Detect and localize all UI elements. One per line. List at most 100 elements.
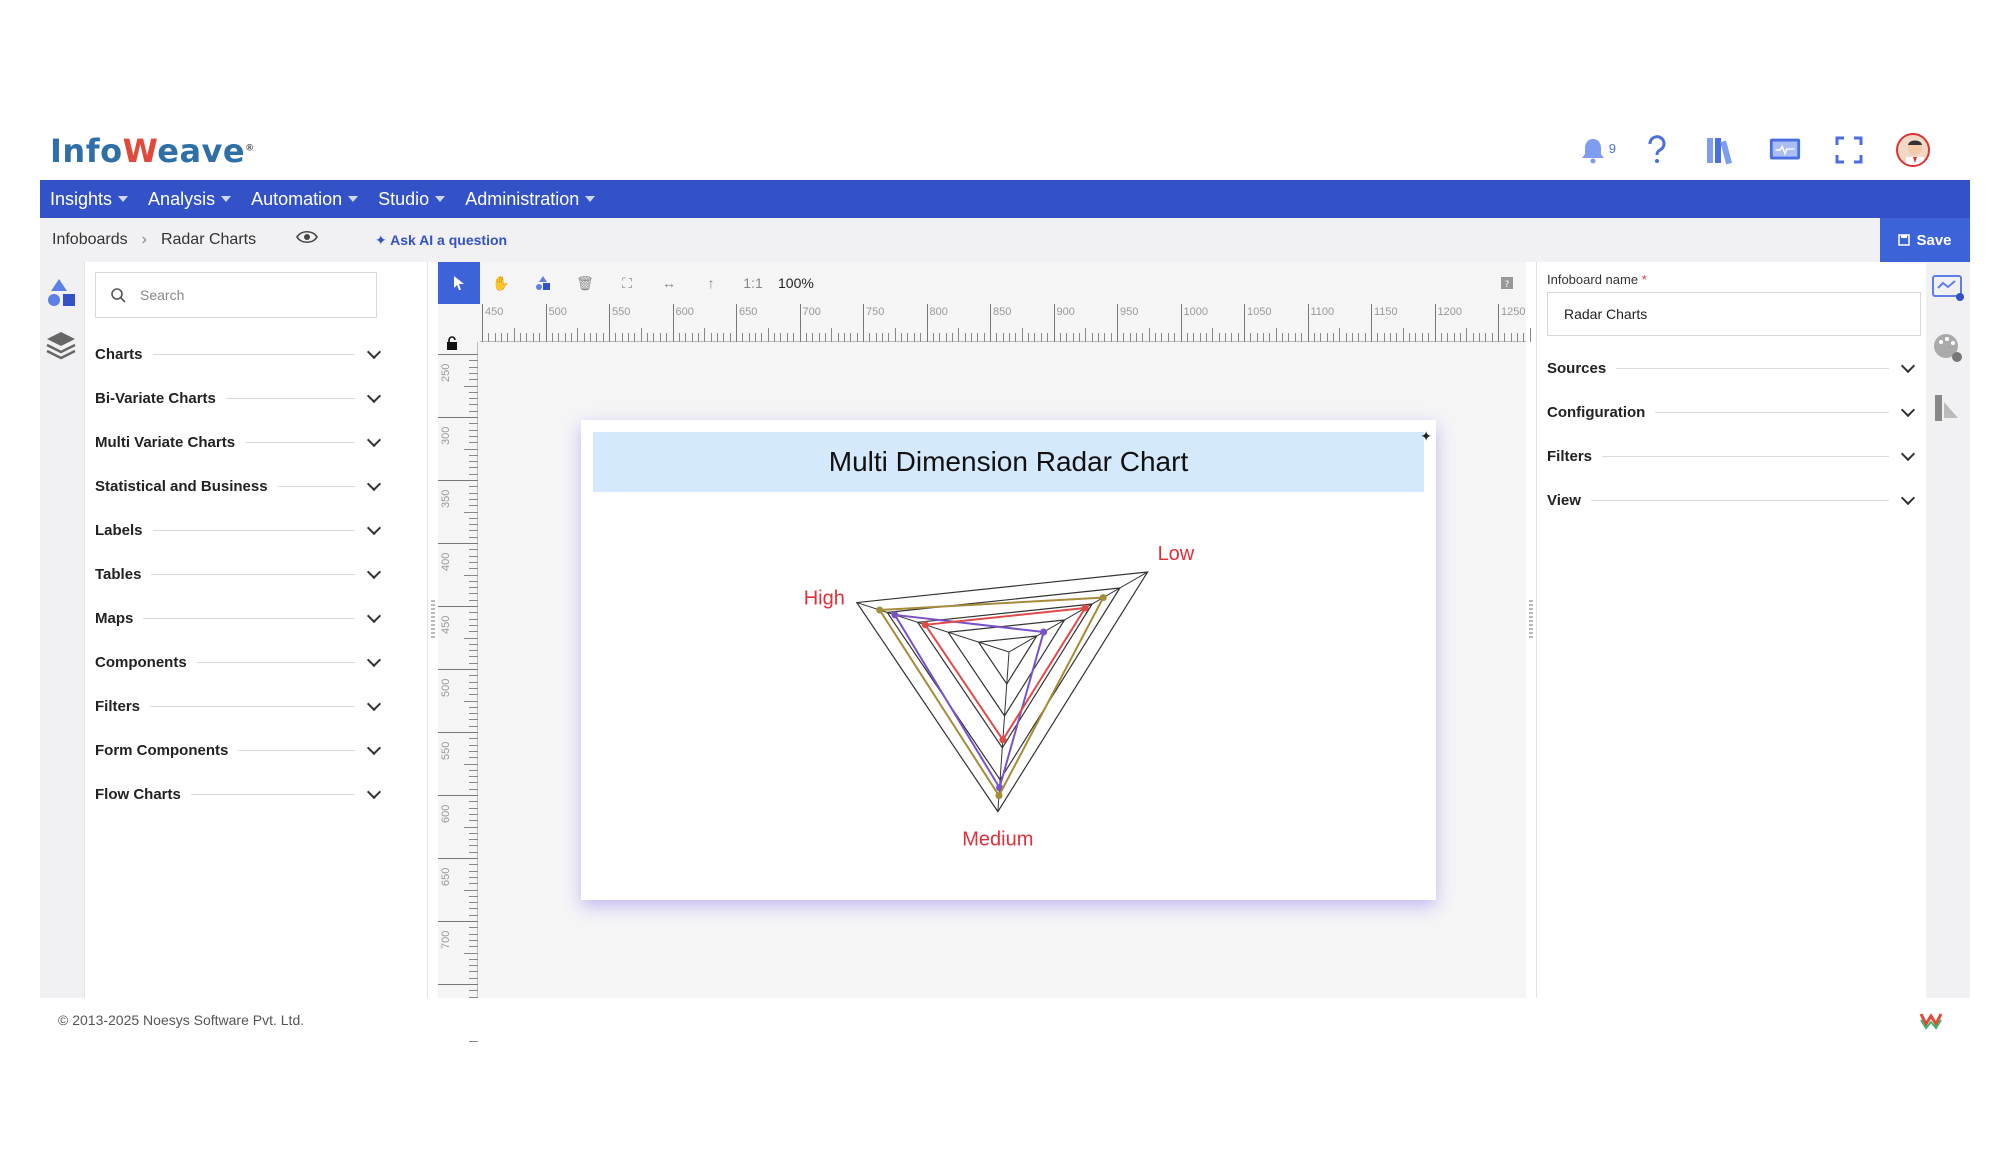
ruler-minor-tick bbox=[691, 333, 693, 342]
align-top-button[interactable]: ↑ bbox=[690, 262, 732, 304]
radar-chart-widget[interactable]: Multi Dimension Radar Chart ✦ Low Medium H… bbox=[581, 420, 1436, 900]
ruler-minor-tick bbox=[1491, 333, 1493, 342]
library-icon[interactable] bbox=[1704, 133, 1738, 167]
ruler-minor-tick bbox=[1174, 333, 1176, 342]
nav-studio[interactable]: Studio bbox=[378, 189, 446, 210]
nav-analysis[interactable]: Analysis bbox=[148, 189, 232, 210]
ruler-minor-tick bbox=[1224, 333, 1226, 342]
ruler-label: 550 bbox=[440, 741, 452, 760]
category-maps[interactable]: Maps bbox=[95, 596, 387, 640]
ruler-minor-tick bbox=[469, 524, 478, 526]
help-small-icon[interactable]: ? bbox=[1500, 276, 1514, 295]
fullscreen-icon[interactable] bbox=[1832, 133, 1866, 167]
ruler-label: 950 bbox=[1120, 306, 1139, 318]
ruler-minor-tick bbox=[469, 807, 478, 809]
ruler-minor-tick bbox=[469, 977, 478, 979]
delete-button[interactable]: 🗑 bbox=[564, 262, 606, 304]
category-bi-variate-charts[interactable]: Bi-Variate Charts bbox=[95, 376, 387, 420]
preview-eye-icon[interactable] bbox=[296, 230, 319, 249]
save-button[interactable]: Save bbox=[1880, 218, 1970, 262]
ruler-minor-tick bbox=[850, 333, 852, 342]
ruler-label: 650 bbox=[739, 306, 758, 318]
ruler-minor-tick bbox=[901, 333, 903, 342]
chevron-down-icon bbox=[366, 696, 382, 712]
monitor-icon[interactable] bbox=[1768, 133, 1802, 167]
ruler-major-tick bbox=[482, 304, 483, 342]
section-view[interactable]: View bbox=[1547, 478, 1921, 522]
ruler-minor-tick bbox=[469, 738, 478, 740]
select-tool-button[interactable] bbox=[438, 262, 480, 304]
category-multi-variate-charts[interactable]: Multi Variate Charts bbox=[95, 420, 387, 464]
help-icon[interactable] bbox=[1640, 133, 1674, 167]
chevron-down-icon bbox=[366, 740, 382, 756]
ruler-minor-tick bbox=[1402, 328, 1404, 342]
right-splitter-handle[interactable] bbox=[1529, 600, 1533, 640]
chevron-down-icon bbox=[366, 608, 382, 624]
chevron-down-icon bbox=[1900, 490, 1916, 506]
pointer-icon bbox=[454, 276, 464, 290]
ruler-minor-tick bbox=[1428, 333, 1430, 342]
pan-tool-button[interactable]: ✋ bbox=[480, 262, 522, 304]
section-filters[interactable]: Filters bbox=[1547, 434, 1921, 478]
ruler-label: 450 bbox=[485, 306, 504, 318]
palette-icon[interactable] bbox=[1930, 330, 1966, 366]
flip-horizontal-button[interactable]: ↔ bbox=[648, 262, 690, 304]
category-flow-charts[interactable]: Flow Charts bbox=[95, 772, 387, 816]
category-labels[interactable]: Labels bbox=[95, 508, 387, 552]
section-sources[interactable]: Sources bbox=[1547, 346, 1921, 390]
layers-icon[interactable] bbox=[42, 326, 80, 364]
ruler-minor-tick bbox=[469, 782, 478, 784]
shapes-icon[interactable] bbox=[42, 274, 80, 312]
ruler-minor-tick bbox=[1110, 333, 1112, 342]
nav-insights[interactable]: Insights bbox=[50, 189, 129, 210]
ruler-major-tick bbox=[926, 304, 928, 342]
ruler-minor-tick bbox=[469, 580, 478, 582]
ruler-minor-tick bbox=[551, 333, 553, 342]
ruler-minor-tick bbox=[469, 429, 478, 431]
ask-ai-link[interactable]: ✦ Ask AI a question bbox=[375, 232, 507, 249]
ruler-minor-tick bbox=[577, 328, 579, 342]
theme-paint-icon[interactable] bbox=[1930, 390, 1966, 426]
nav-administration[interactable]: Administration bbox=[465, 189, 596, 210]
copyright-text: © 2013-2025 Noesys Software Pvt. Ltd. bbox=[58, 1012, 305, 1028]
ruler-label: 900 bbox=[1056, 306, 1075, 318]
ruler-minor-tick bbox=[520, 333, 522, 342]
section-label: Filters bbox=[1547, 447, 1593, 465]
zoom-level[interactable]: 100% bbox=[778, 275, 814, 291]
breadcrumb-root[interactable]: Infoboards bbox=[52, 231, 128, 249]
ruler-major-tick bbox=[609, 304, 610, 342]
lock-icon[interactable] bbox=[446, 336, 458, 355]
floppy-icon bbox=[1898, 234, 1911, 246]
left-splitter-handle[interactable] bbox=[431, 600, 435, 640]
ruler-major-tick bbox=[438, 795, 478, 796]
actual-size-button[interactable]: 1:1 bbox=[732, 262, 774, 304]
search-input[interactable]: Search bbox=[95, 272, 377, 318]
ruler-minor-tick bbox=[805, 333, 807, 342]
category-statistical-and-business[interactable]: Statistical and Business bbox=[95, 464, 387, 508]
notification-bell-icon[interactable]: 9 bbox=[1576, 133, 1616, 167]
category-form-components[interactable]: Form Components bbox=[95, 728, 387, 772]
category-components[interactable]: Components bbox=[95, 640, 387, 684]
ruler-label: 300 bbox=[440, 426, 452, 445]
infoboard-name-input[interactable]: Radar Charts bbox=[1547, 292, 1921, 336]
ruler-minor-tick bbox=[1085, 328, 1087, 342]
search-icon bbox=[111, 288, 126, 303]
category-filters[interactable]: Filters bbox=[95, 684, 387, 728]
widget-settings-icon[interactable] bbox=[1930, 270, 1966, 306]
ruler-minor-tick bbox=[469, 719, 478, 721]
infoweave-logo[interactable]: InfoWeave® bbox=[50, 132, 255, 170]
category-label: Maps bbox=[95, 609, 134, 627]
ruler-minor-tick bbox=[774, 333, 776, 342]
ruler-minor-tick bbox=[1345, 333, 1347, 342]
ruler-minor-tick bbox=[469, 694, 478, 696]
ruler-minor-tick bbox=[723, 333, 725, 342]
user-avatar[interactable] bbox=[1896, 133, 1930, 167]
category-tables[interactable]: Tables bbox=[95, 552, 387, 596]
fit-button[interactable]: ⛶ bbox=[606, 262, 648, 304]
ruler-minor-tick bbox=[907, 333, 909, 342]
category-charts[interactable]: Charts bbox=[95, 332, 387, 376]
nav-automation[interactable]: Automation bbox=[251, 189, 359, 210]
ruler-minor-tick bbox=[1485, 333, 1487, 342]
section-configuration[interactable]: Configuration bbox=[1547, 390, 1921, 434]
shapes-tool-button[interactable] bbox=[522, 262, 564, 304]
